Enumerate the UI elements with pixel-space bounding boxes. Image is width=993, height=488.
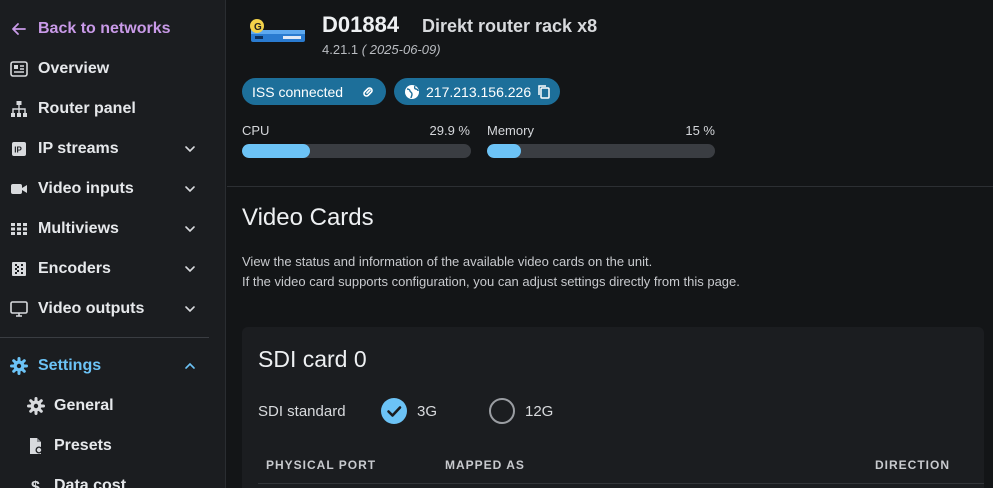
back-to-networks-link[interactable]: Back to networks — [0, 9, 226, 49]
column-header-physical-port[interactable]: PHYSICAL PORT — [266, 458, 376, 472]
iss-connected-pill[interactable]: ISS connected — [242, 78, 386, 105]
ip-address-pill[interactable]: 217.213.156.226 — [394, 78, 560, 105]
sidebar-divider — [0, 337, 209, 338]
globe-icon — [405, 84, 419, 99]
gear-icon — [10, 357, 28, 375]
chevron-down-icon — [185, 226, 195, 233]
device-name: Direkt router rack x8 — [422, 16, 598, 36]
router-panel-icon — [10, 100, 28, 118]
chevron-down-icon — [185, 266, 195, 273]
memory-bar — [487, 144, 715, 158]
sidebar-item-label: Settings — [38, 357, 102, 374]
preset-file-icon — [27, 437, 45, 455]
sidebar-item-general[interactable]: General — [0, 386, 226, 426]
memory-value: 15 % — [685, 123, 715, 138]
svg-text:IP: IP — [14, 146, 22, 155]
monitor-icon — [10, 300, 28, 318]
description-line: View the status and information of the a… — [242, 254, 653, 269]
sidebar-item-overview[interactable]: Overview — [0, 49, 226, 89]
cpu-label: CPU — [242, 123, 270, 138]
check-icon — [387, 406, 402, 417]
grid-icon — [10, 220, 28, 238]
encoder-icon — [10, 260, 28, 278]
back-label: Back to networks — [38, 20, 171, 37]
version-number: 4.21.1 — [322, 42, 359, 57]
column-header-mapped-as[interactable]: MAPPED AS — [445, 458, 525, 472]
sidebar-item-data-cost[interactable]: $ Data cost — [0, 466, 226, 488]
sidebar-item-ip-streams[interactable]: IP IP streams — [0, 129, 226, 169]
device-badge: G — [254, 22, 262, 33]
sidebar-item-label: Video outputs — [38, 300, 145, 317]
sidebar-item-video-inputs[interactable]: Video inputs — [0, 169, 226, 209]
cpu-value: 29.9 % — [429, 123, 470, 138]
sdi-card: SDI card 0 SDI standard 3G 12G PHYSICAL … — [242, 327, 984, 488]
chevron-down-icon — [185, 146, 195, 153]
iss-label: ISS connected — [252, 83, 344, 100]
arrow-left-icon — [10, 20, 28, 38]
page-description: View the status and information of the a… — [242, 252, 802, 292]
gear-icon — [27, 397, 45, 415]
table-header-divider — [258, 483, 984, 484]
chevron-up-icon — [185, 362, 195, 369]
device-id: D01884 — [322, 12, 400, 37]
radio-3g[interactable] — [381, 398, 407, 424]
radio-3g-label[interactable]: 3G — [417, 403, 437, 420]
sidebar-item-label: Router panel — [38, 100, 136, 117]
chevron-down-icon — [185, 186, 195, 193]
ip-address: 217.213.156.226 — [426, 83, 532, 100]
sidebar-item-label: Presets — [54, 437, 112, 454]
sidebar-item-multiviews[interactable]: Multiviews — [0, 209, 226, 249]
sidebar-item-label: Multiviews — [38, 220, 119, 237]
video-camera-icon — [10, 180, 28, 198]
svg-text:$: $ — [31, 479, 40, 488]
memory-bar-fill — [487, 144, 522, 158]
version-date: ( 2025-06-09) — [361, 42, 441, 57]
sidebar-item-label: IP streams — [38, 140, 119, 157]
dollar-icon: $ — [27, 477, 45, 488]
card-title: SDI card 0 — [258, 346, 367, 372]
radio-12g[interactable] — [489, 398, 515, 424]
sidebar-item-label: Data cost — [54, 477, 127, 488]
column-header-direction[interactable]: DIRECTION — [875, 458, 950, 472]
device-thumbnail: G — [245, 16, 307, 52]
radio-12g-label[interactable]: 12G — [525, 403, 553, 420]
chevron-down-icon — [185, 306, 195, 313]
sidebar-item-encoders[interactable]: Encoders — [0, 249, 226, 289]
copy-icon[interactable] — [537, 84, 551, 100]
overview-icon — [10, 60, 28, 78]
memory-label: Memory — [487, 123, 534, 138]
sidebar-item-router-panel[interactable]: Router panel — [0, 89, 226, 129]
device-version: 4.21.1 ( 2025-06-09) — [322, 42, 441, 57]
link-icon — [363, 86, 373, 97]
sidebar-item-presets[interactable]: Presets — [0, 426, 226, 466]
cpu-bar-fill — [242, 144, 311, 158]
sidebar: Back to networks Overview Router panel I… — [0, 0, 226, 488]
sidebar-item-settings[interactable]: Settings — [0, 346, 226, 386]
sidebar-item-label: General — [54, 397, 114, 414]
cpu-bar — [242, 144, 471, 158]
sdi-standard-label: SDI standard — [258, 403, 346, 420]
page-title: Video Cards — [242, 204, 374, 231]
device-header: G D01884 Direkt router rack x8 4.21.1 ( … — [227, 0, 993, 187]
sidebar-item-label: Encoders — [38, 260, 111, 277]
sidebar-item-video-outputs[interactable]: Video outputs — [0, 289, 226, 329]
sidebar-item-label: Video inputs — [38, 180, 134, 197]
description-line: If the video card supports configuration… — [242, 274, 740, 289]
ip-icon: IP — [10, 140, 28, 158]
sidebar-item-label: Overview — [38, 60, 110, 77]
